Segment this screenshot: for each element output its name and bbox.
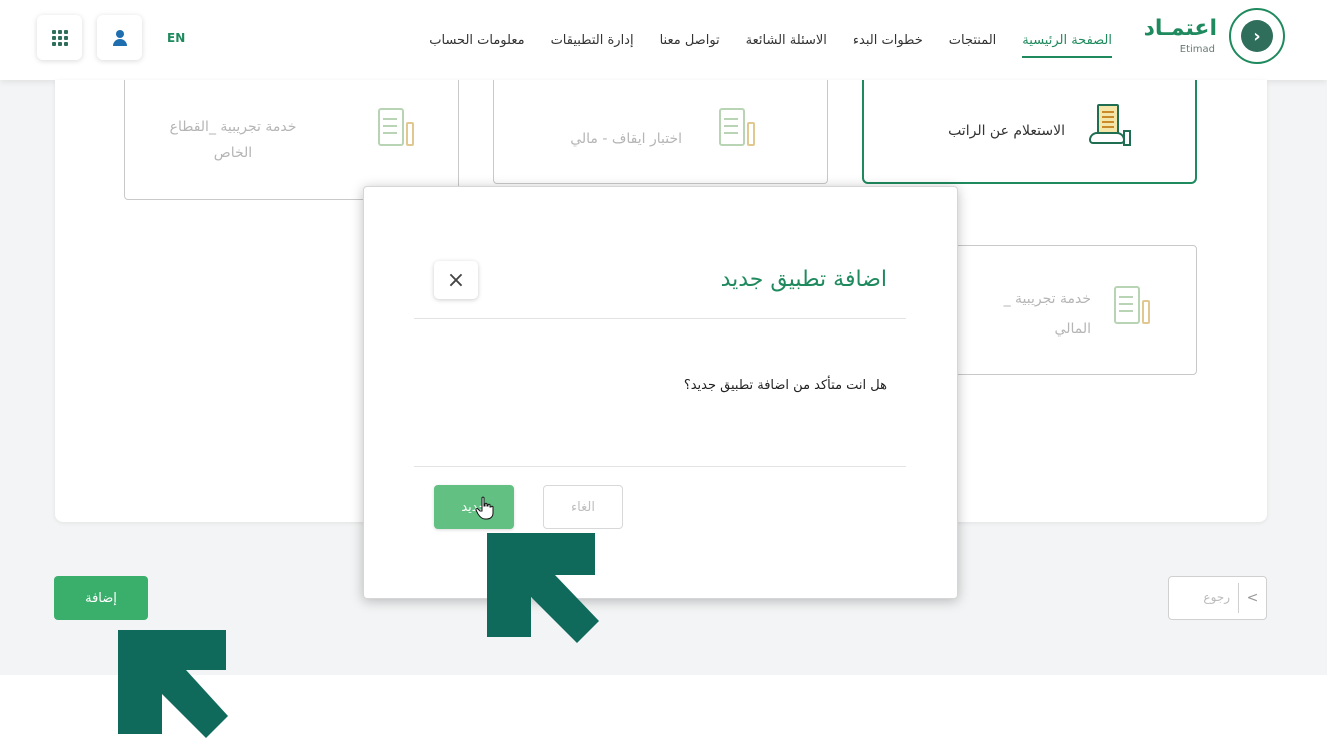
- card-salary-inquiry[interactable]: الاستعلام عن الراتب: [862, 80, 1197, 184]
- user-icon: [112, 29, 128, 46]
- card-label-line-2: الخاص: [213, 145, 253, 161]
- document-icon: [719, 108, 759, 154]
- hand-cursor-icon: [475, 496, 494, 520]
- logo-mark-icon: ›: [1229, 8, 1285, 64]
- card-label-line-2: المالي: [1054, 321, 1091, 337]
- logo-english-text: Etimad: [1179, 44, 1215, 55]
- card-label: الاستعلام عن الراتب: [948, 123, 1065, 139]
- logo-arabic-text: اعتمـاد: [1143, 16, 1217, 41]
- back-button[interactable]: < رجوع: [1168, 576, 1267, 620]
- apps-menu-button[interactable]: [37, 15, 82, 60]
- confirmation-text: هل انت متأكد من اضافة تطبيق جديد؟: [683, 378, 887, 393]
- confirm-button[interactable]: جديد: [434, 485, 514, 529]
- nav-faq[interactable]: الاسئلة الشائعة: [746, 33, 827, 58]
- document-icon: [378, 108, 418, 154]
- back-label: رجوع: [1203, 590, 1230, 604]
- top-navbar: › اعتمـاد Etimad الصفحة الرئيسية المنتجا…: [0, 0, 1327, 80]
- card-label-line-1: خدمة تجريبية _: [1003, 291, 1091, 307]
- document-icon: [1114, 286, 1154, 332]
- close-icon: ×: [446, 267, 466, 293]
- nav-account-info[interactable]: معلومات الحساب: [429, 33, 524, 58]
- page: › اعتمـاد Etimad الصفحة الرئيسية المنتجا…: [0, 0, 1327, 740]
- card-suspension-test[interactable]: اختبار ايقاف - مالي: [493, 80, 828, 184]
- add-button[interactable]: إضافة: [54, 576, 148, 620]
- close-button[interactable]: ×: [434, 261, 478, 299]
- modal-title: اضافة تطبيق جديد: [720, 267, 887, 292]
- annotation-arrow-icon: [118, 630, 228, 738]
- nav-getting-started[interactable]: خطوات البدء: [853, 33, 923, 58]
- apps-grid-icon: [51, 29, 68, 46]
- nav-contact[interactable]: تواصل معنا: [660, 33, 720, 58]
- nav-home[interactable]: الصفحة الرئيسية: [1022, 33, 1112, 58]
- nav-products[interactable]: المنتجات: [949, 33, 997, 58]
- card-label-line-1: خدمة تجريبية _القطاع: [169, 119, 297, 135]
- divider: [414, 318, 906, 319]
- card-label: اختبار ايقاف - مالي: [570, 131, 682, 147]
- divider: [414, 466, 906, 467]
- nav-app-management[interactable]: إدارة التطبيقات: [551, 33, 634, 58]
- cancel-button[interactable]: الغاء: [543, 485, 623, 529]
- language-toggle[interactable]: EN: [167, 31, 185, 45]
- card-private-sector-trial[interactable]: خدمة تجريبية _القطاع الخاص: [124, 80, 459, 200]
- main-nav: الصفحة الرئيسية المنتجات خطوات البدء الا…: [403, 33, 1112, 58]
- add-application-modal: اضافة تطبيق جديد × هل انت متأكد من اضافة…: [363, 186, 958, 599]
- annotation-arrow-icon: [487, 533, 599, 643]
- etimad-logo[interactable]: › اعتمـاد Etimad: [1125, 6, 1285, 70]
- salary-inquiry-icon: [1089, 104, 1133, 148]
- user-button[interactable]: [97, 15, 142, 60]
- chevron-left-icon: <: [1238, 583, 1266, 613]
